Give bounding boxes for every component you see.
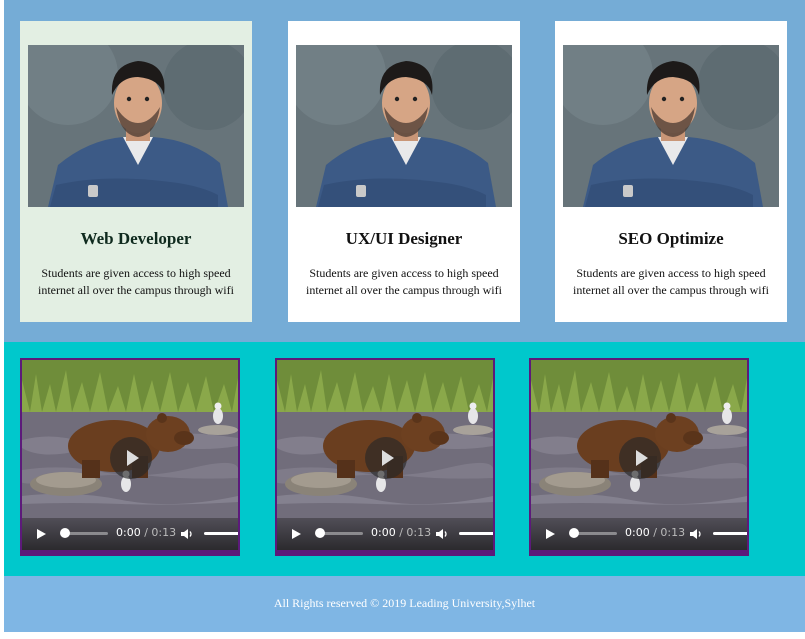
time-display: 0:00 / 0:13 xyxy=(371,526,431,539)
seek-thumb[interactable] xyxy=(569,528,579,538)
card-description: Students are given access to high speed … xyxy=(38,266,234,297)
current-time: 0:00 xyxy=(116,526,141,539)
volume-icon[interactable] xyxy=(689,527,703,541)
copyright-text: All Rights reserved © 2019 Leading Unive… xyxy=(273,596,536,610)
video-frame[interactable]: 0:00 / 0:13 xyxy=(22,360,238,550)
video-controls: 0:00 / 0:13 xyxy=(531,518,747,550)
volume-slider[interactable] xyxy=(459,532,493,535)
volume-slider[interactable] xyxy=(204,532,238,535)
video-player[interactable]: 0:00 / 0:13 xyxy=(20,358,240,556)
duration: / 0:13 xyxy=(649,526,686,539)
duration: / 0:13 xyxy=(140,526,177,539)
seek-thumb[interactable] xyxy=(315,528,325,538)
page: Web Developer Students are given access … xyxy=(0,0,805,639)
service-card-seo-optimize: SEO Optimize Students are given access t… xyxy=(555,21,787,322)
volume-icon[interactable] xyxy=(180,527,194,541)
play-overlay-button[interactable] xyxy=(110,437,152,479)
card-description: Students are given access to high speed … xyxy=(573,266,769,297)
profile-photo xyxy=(28,45,244,207)
time-display: 0:00 / 0:13 xyxy=(625,526,685,539)
play-icon[interactable] xyxy=(546,529,555,539)
profile-photo xyxy=(296,45,512,207)
video-player[interactable]: 0:00 / 0:13 xyxy=(275,358,495,556)
time-display: 0:00 / 0:13 xyxy=(116,526,176,539)
video-frame[interactable]: 0:00 / 0:13 xyxy=(531,360,747,550)
video-section: 0:00 / 0:13 0:00 / 0:13 0:00 / 0:13 xyxy=(4,342,805,576)
services-section: Web Developer Students are given access … xyxy=(4,0,805,342)
card-title: SEO Optimize xyxy=(618,229,724,248)
play-icon[interactable] xyxy=(292,529,301,539)
card-title: UX/UI Designer xyxy=(345,229,463,248)
video-controls: 0:00 / 0:13 xyxy=(277,518,493,550)
play-overlay-button[interactable] xyxy=(619,437,661,479)
volume-icon[interactable] xyxy=(435,527,449,541)
card-title: Web Developer xyxy=(80,229,192,248)
service-card-web-developer: Web Developer Students are given access … xyxy=(20,21,252,322)
footer: All Rights reserved © 2019 Leading Unive… xyxy=(4,576,805,632)
service-card-ux-ui-designer: UX/UI Designer Students are given access… xyxy=(288,21,520,322)
current-time: 0:00 xyxy=(625,526,650,539)
card-description: Students are given access to high speed … xyxy=(306,266,502,297)
video-controls: 0:00 / 0:13 xyxy=(22,518,238,550)
video-player[interactable]: 0:00 / 0:13 xyxy=(529,358,749,556)
video-frame[interactable]: 0:00 / 0:13 xyxy=(277,360,493,550)
duration: / 0:13 xyxy=(395,526,432,539)
play-icon[interactable] xyxy=(37,529,46,539)
volume-slider[interactable] xyxy=(713,532,747,535)
play-overlay-button[interactable] xyxy=(365,437,407,479)
current-time: 0:00 xyxy=(371,526,396,539)
profile-photo xyxy=(563,45,779,207)
seek-thumb[interactable] xyxy=(60,528,70,538)
